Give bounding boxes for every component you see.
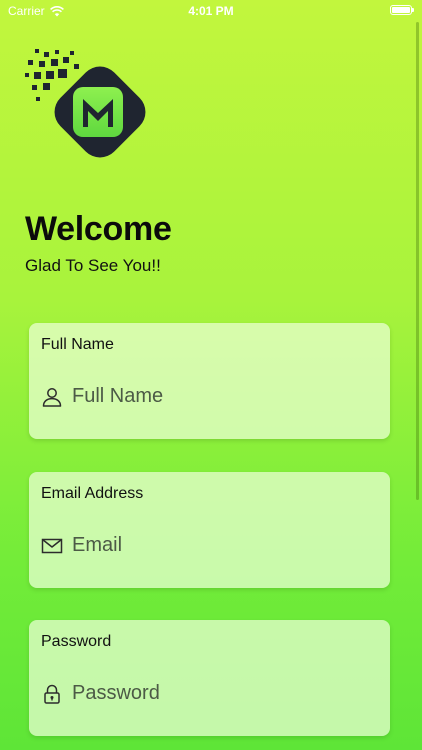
lock-icon [44,684,60,704]
email-card[interactable]: Email Address [29,472,390,588]
email-input[interactable] [72,534,362,557]
password-label: Password [41,633,112,650]
battery-level [392,7,410,13]
logo-tile [73,87,123,137]
full-name-row [41,385,378,408]
email-label: Email Address [41,485,144,502]
full-name-label: Full Name [41,336,114,353]
password-row [41,682,378,705]
scroll-indicator[interactable] [416,22,419,500]
welcome-title: Welcome [25,210,172,248]
user-icon [42,387,62,407]
status-time: 4:01 PM [188,4,234,18]
full-name-card[interactable]: Full Name [29,323,390,439]
app-logo [25,49,146,158]
envelope-icon [41,538,63,553]
battery-icon [390,5,414,15]
welcome-subtitle: Glad To See You!! [25,256,161,275]
full-name-input[interactable] [72,385,362,408]
password-input[interactable] [72,682,362,705]
status-bar: Carrier 4:01 PM [0,0,422,22]
password-card[interactable]: Password [29,620,390,736]
email-row [41,534,378,557]
